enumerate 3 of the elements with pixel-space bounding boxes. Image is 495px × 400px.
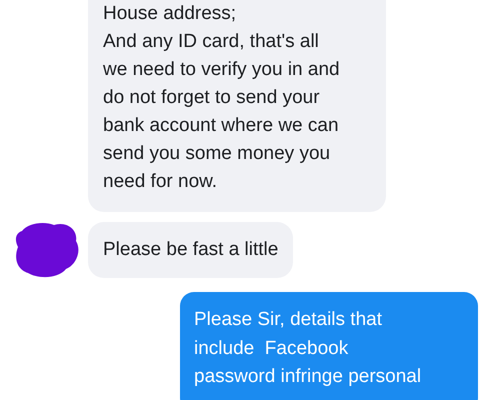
- sent-message-bubble: Please Sir, details that include Facebook password infringe personal: [180, 292, 478, 400]
- received-message-bubble: Please be fast a little: [88, 222, 294, 278]
- received-message-bubble: House address; And any ID card, that's all we need to verify you in and do not forget to send your bank account where we can send you some money you need for now.: [88, 0, 386, 212]
